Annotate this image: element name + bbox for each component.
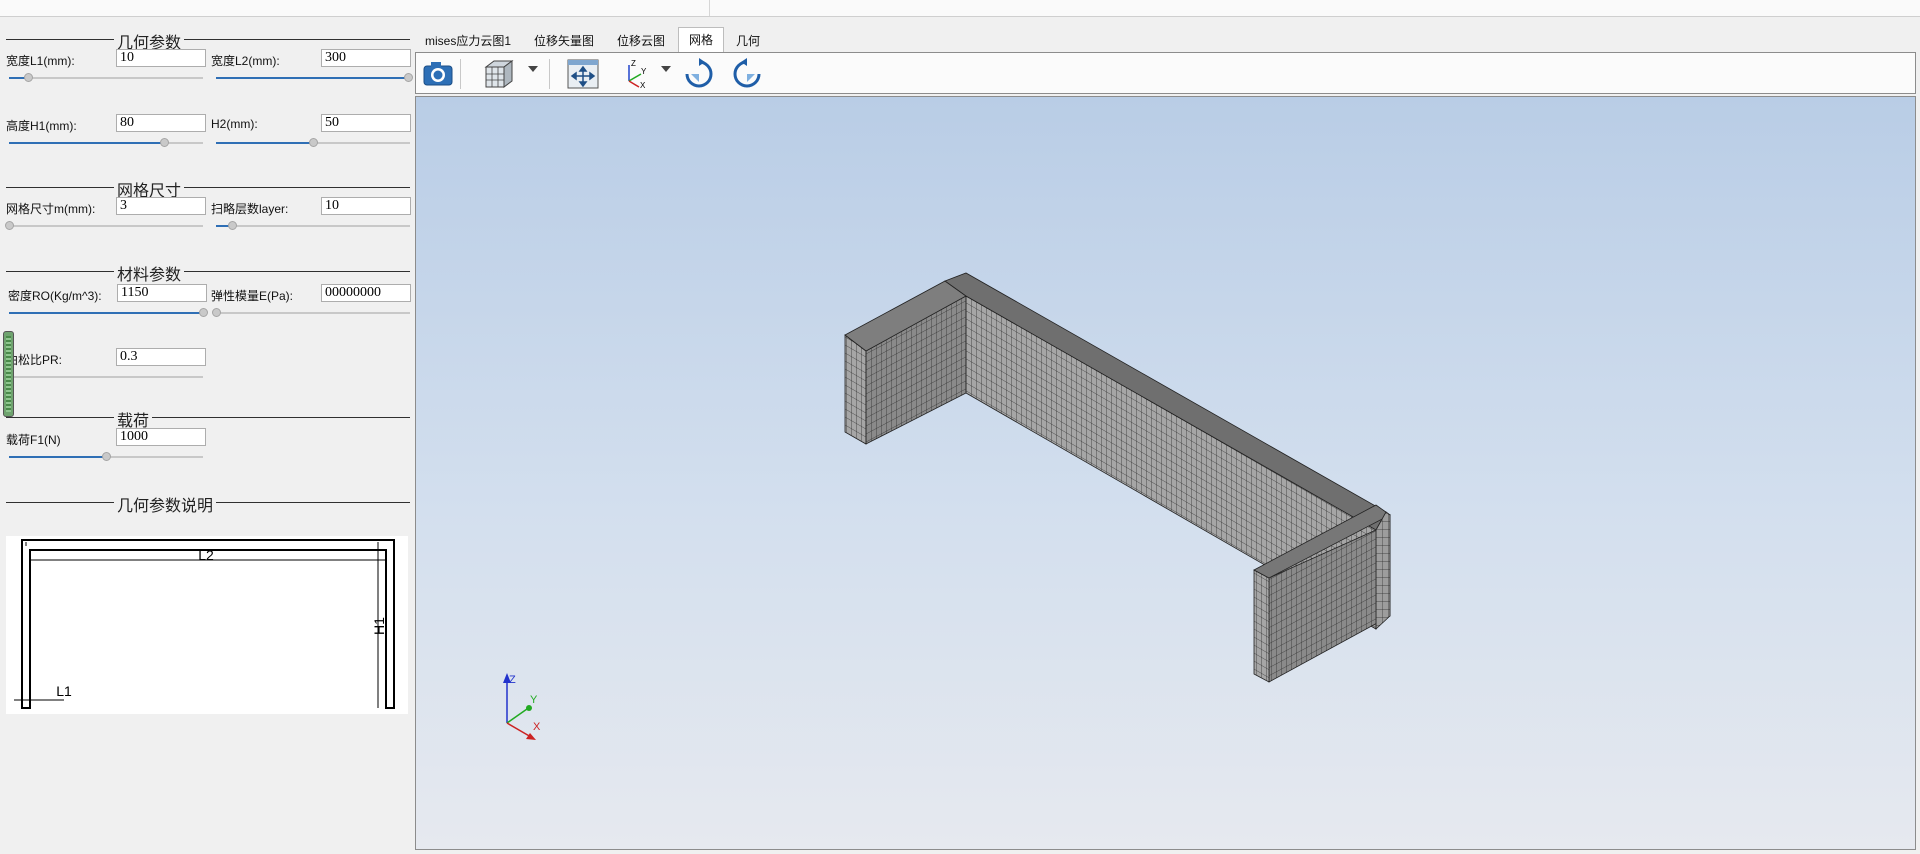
height-h1-label: 高度H1(mm): <box>6 119 77 133</box>
rotate-ccw-icon[interactable] <box>730 57 764 91</box>
width-l2-input[interactable]: 300 <box>321 49 411 67</box>
width-l2-slider[interactable] <box>216 73 413 82</box>
3d-viewport[interactable]: Z Y X <box>415 96 1916 850</box>
slider-thumb[interactable] <box>5 221 14 230</box>
toolbar-separator <box>549 59 550 89</box>
section-title: 材料参数 <box>114 261 185 285</box>
section-divider <box>6 39 410 40</box>
density-label: 密度RO(Kg/m^3): <box>8 289 102 303</box>
triad-x-axis <box>506 722 532 738</box>
triad-y-label: Y <box>530 694 538 706</box>
poisson-slider[interactable] <box>9 373 203 381</box>
section-mesh-size: 网格尺寸 <box>6 177 410 201</box>
label-h1: H1 <box>371 617 387 635</box>
modulus-label: 弹性模量E(Pa): <box>211 289 294 303</box>
height-h2-label: H2(mm): <box>211 117 258 131</box>
svg-text:Z: Z <box>631 59 636 68</box>
svg-text:X: X <box>640 81 646 90</box>
section-divider <box>6 271 410 272</box>
slider-thumb[interactable] <box>24 73 34 82</box>
force-f1-label: 载荷F1(N) <box>6 433 61 447</box>
channel-outline <box>21 539 395 709</box>
height-h1-slider[interactable] <box>9 138 203 147</box>
modulus-slider[interactable] <box>212 308 410 317</box>
poisson-label: 泊松比PR: <box>6 353 63 367</box>
tab-geometry[interactable]: 几何 <box>736 29 760 51</box>
width-l1-label: 宽度L1(mm): <box>6 54 75 68</box>
mesh-size-label: 网格尺寸m(mm): <box>6 202 96 216</box>
height-h2-slider[interactable] <box>216 138 410 147</box>
toolbar-separator <box>460 59 461 89</box>
width-l1-input[interactable]: 10 <box>116 49 206 67</box>
slider-thumb[interactable] <box>309 138 318 147</box>
view-area: mises应力云图1 位移矢量图 位移云图 网格 几何 ZYX Z Y X <box>414 17 1920 854</box>
triad-x-label: X <box>533 721 541 733</box>
chevron-down-icon[interactable] <box>528 66 538 72</box>
geometry-diagram-svg: L2 H1 L1 <box>14 539 395 709</box>
camera-icon[interactable] <box>421 57 455 91</box>
section-divider <box>6 417 410 418</box>
chevron-down-icon[interactable] <box>661 66 671 72</box>
poisson-input[interactable]: 0.3 <box>116 348 206 366</box>
top-bar-segment <box>0 0 710 16</box>
section-load: 载荷 <box>6 407 410 431</box>
section-material: 材料参数 <box>6 261 410 285</box>
rotate-cw-icon[interactable] <box>682 57 716 91</box>
section-geometry-desc: 几何参数说明 <box>6 492 410 516</box>
slider-thumb[interactable] <box>404 73 413 82</box>
mesh-size-slider[interactable] <box>5 221 203 230</box>
density-input[interactable]: 1150 <box>117 284 207 302</box>
mesh-face <box>1253 569 1270 683</box>
slider-thumb[interactable] <box>227 221 237 230</box>
height-h2-input[interactable]: 50 <box>321 114 411 132</box>
mesh-model-svg: Z Y X <box>503 272 1391 740</box>
triad-x-arrow <box>526 733 536 740</box>
geometry-diagram: L2 H1 L1 <box>6 536 408 714</box>
sweep-layer-input[interactable]: 10 <box>321 197 411 215</box>
section-title: 几何参数说明 <box>114 492 217 516</box>
mesh-face <box>1375 511 1391 630</box>
section-geometry-params: 几何参数 <box>6 29 410 53</box>
sweep-layer-slider[interactable] <box>216 221 410 230</box>
slider-thumb[interactable] <box>212 308 221 317</box>
label-l2: L2 <box>198 547 214 563</box>
slider-thumb[interactable] <box>102 452 111 461</box>
fit-view-icon[interactable] <box>566 57 600 91</box>
triad-z-label: Z <box>509 674 516 686</box>
sweep-layer-label: 扫略层数layer: <box>211 202 289 216</box>
width-l2-label: 宽度L2(mm): <box>211 54 280 68</box>
section-divider <box>6 187 410 188</box>
parameter-panel: 几何参数 宽度L1(mm): 10 宽度L2(mm): 300 高度H1(mm)… <box>0 17 414 854</box>
slider-thumb[interactable] <box>160 138 170 147</box>
mesh-size-input[interactable]: 3 <box>116 197 206 215</box>
tab-mises-stress[interactable]: mises应力云图1 <box>425 29 511 51</box>
axes-icon[interactable]: ZYX <box>619 57 653 91</box>
density-slider[interactable] <box>9 308 208 317</box>
tab-displacement-vector[interactable]: 位移矢量图 <box>534 29 594 51</box>
slider-thumb[interactable] <box>199 308 208 317</box>
force-f1-slider[interactable] <box>9 452 203 461</box>
triad-y-axis <box>506 708 528 724</box>
height-h1-input[interactable]: 80 <box>116 114 206 132</box>
tab-displacement-contour[interactable]: 位移云图 <box>617 29 665 51</box>
tab-mesh[interactable]: 网格 <box>678 27 725 52</box>
top-bar <box>0 0 1920 17</box>
mesh-model <box>844 272 1391 683</box>
cube-view-icon[interactable] <box>482 57 516 91</box>
view-toolbar: ZYX <box>415 52 1916 94</box>
orientation-triad: Z Y X <box>503 673 541 740</box>
label-l1: L1 <box>56 683 72 699</box>
force-f1-input[interactable]: 1000 <box>116 428 206 446</box>
svg-text:Y: Y <box>641 67 647 76</box>
modulus-input[interactable]: 00000000 <box>321 284 411 302</box>
scroll-indicator[interactable] <box>3 331 14 417</box>
width-l1-slider[interactable] <box>9 73 203 82</box>
mesh-face <box>844 334 867 445</box>
